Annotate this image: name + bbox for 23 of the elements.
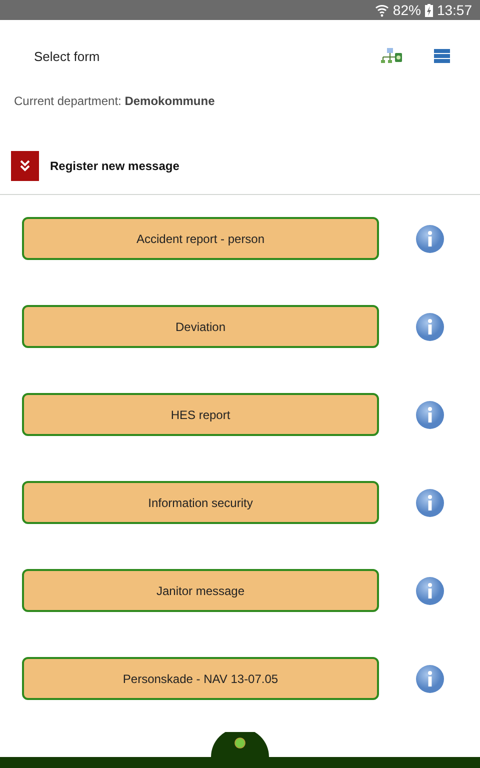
form-button[interactable]: Personskade - NAV 13-07.05: [22, 657, 379, 700]
info-icon[interactable]: [415, 224, 445, 254]
form-button[interactable]: Accident report - person: [22, 217, 379, 260]
department-text: Current department: Demokommune: [13, 93, 216, 110]
network-computers-icon[interactable]: [380, 48, 402, 64]
info-icon[interactable]: [415, 576, 445, 606]
info-icon[interactable]: [415, 400, 445, 430]
info-icon[interactable]: [415, 488, 445, 518]
wifi-icon: [374, 3, 389, 17]
battery-percentage: 82%: [392, 1, 421, 20]
form-button[interactable]: Deviation: [22, 305, 379, 348]
info-icon[interactable]: [415, 664, 445, 694]
form-button[interactable]: HES report: [22, 393, 379, 436]
info-icon[interactable]: [415, 312, 445, 342]
battery-charging-icon: [424, 4, 433, 16]
menu-icon[interactable]: [434, 49, 450, 63]
expand-button[interactable]: [11, 151, 39, 181]
form-button[interactable]: Janitor message: [22, 569, 379, 612]
double-chevron-down-icon: [20, 160, 30, 172]
section-title: Register new message: [50, 159, 180, 173]
clock: 13:57: [436, 1, 472, 20]
form-button[interactable]: Information security: [22, 481, 379, 524]
page-title: Select form: [34, 48, 101, 64]
